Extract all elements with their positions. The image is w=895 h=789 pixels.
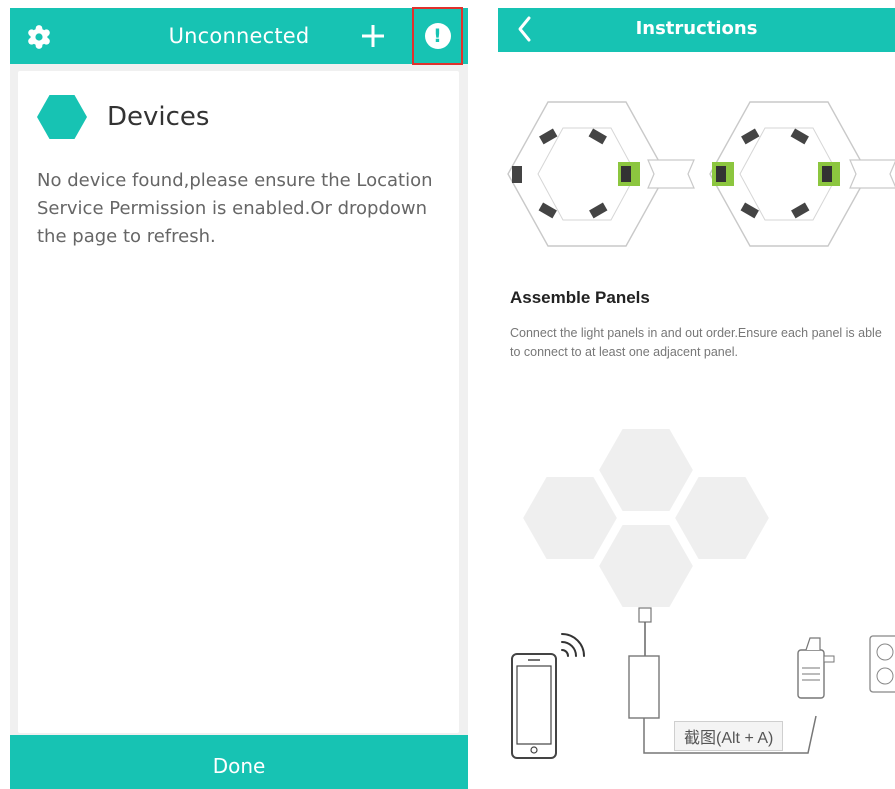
page-title: Instructions <box>635 18 758 39</box>
panel-connection-diagram <box>507 101 895 247</box>
assemble-description: Connect the light panels in and out orde… <box>510 326 882 359</box>
device-list-screen: Unconnected ! Devices No device found,pl… <box>10 7 468 789</box>
devices-card: Devices No device found,please ensure th… <box>18 71 459 733</box>
devices-header: Devices <box>37 95 209 139</box>
devices-label: Devices <box>107 102 210 132</box>
assemble-title: Assemble Panels <box>510 288 650 307</box>
top-bar: Unconnected ! <box>10 7 468 65</box>
plus-icon[interactable] <box>358 18 388 54</box>
done-button[interactable]: Done <box>10 735 468 789</box>
info-button-highlight[interactable]: ! <box>412 7 463 65</box>
screenshot-watermark: 截图(Alt + A) <box>674 721 784 751</box>
hexagon-icon <box>37 95 87 139</box>
page-title: Unconnected <box>168 24 310 48</box>
instructions-screen: Instructions Assemble Panels Connect the… <box>498 8 895 789</box>
empty-state-message: No device found,please ensure the Locati… <box>37 170 433 247</box>
top-bar: Instructions <box>498 8 895 52</box>
info-alert-icon[interactable]: ! <box>424 23 451 49</box>
